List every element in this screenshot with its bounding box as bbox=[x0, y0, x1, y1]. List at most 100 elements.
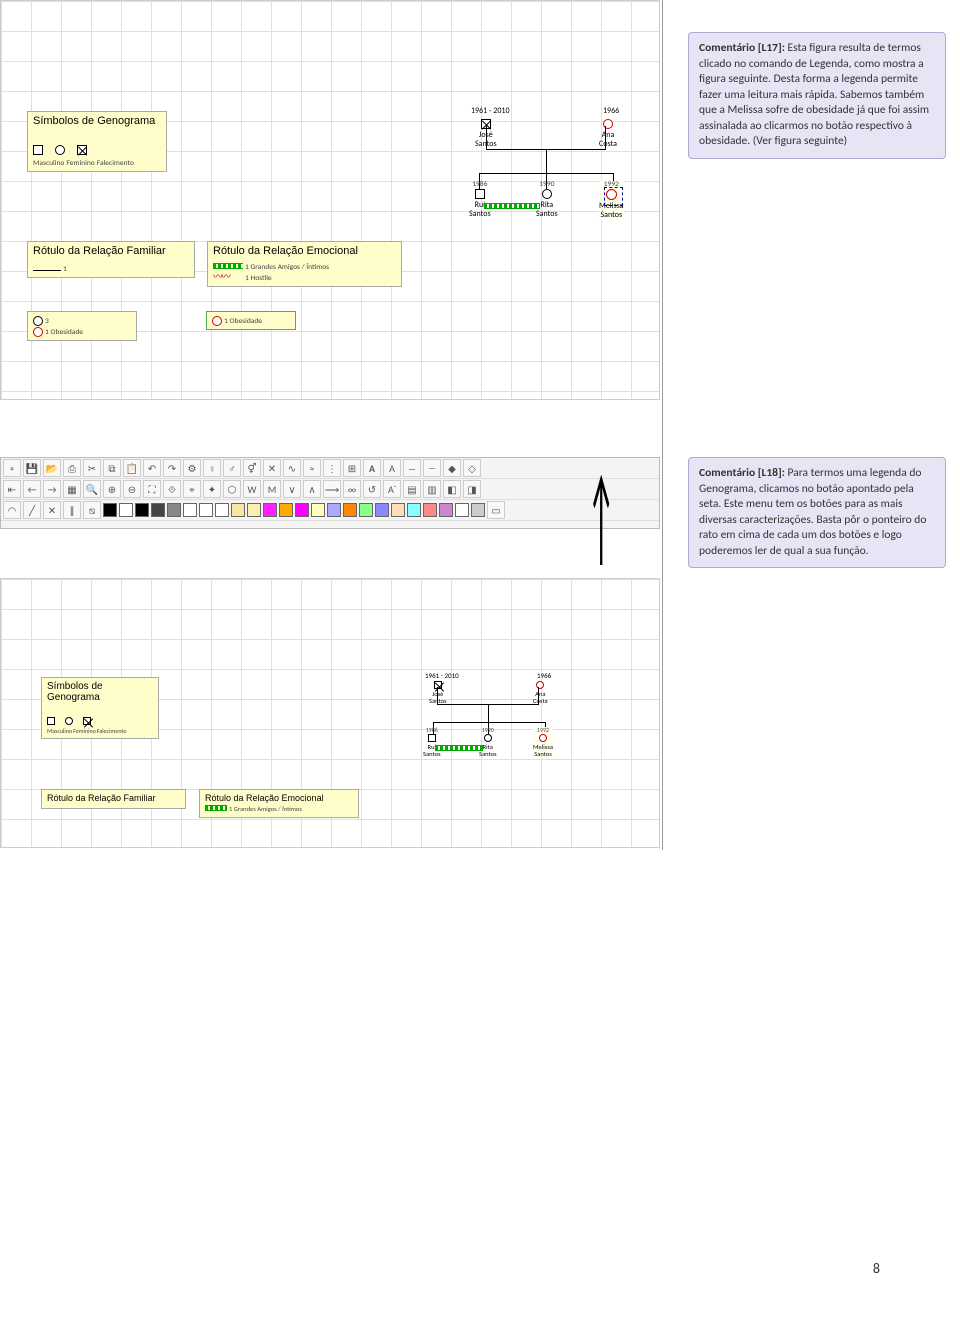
cut-button[interactable]: ✂ bbox=[83, 459, 101, 477]
tool-button[interactable]: ◇ bbox=[463, 459, 481, 477]
color-swatch[interactable] bbox=[391, 503, 405, 517]
geno-line bbox=[488, 704, 489, 722]
shape-button[interactable]: ╱ bbox=[23, 501, 41, 519]
color-swatch[interactable] bbox=[199, 503, 213, 517]
color-swatch[interactable] bbox=[135, 503, 149, 517]
comment-text: Esta figura resulta de termos clicado no… bbox=[699, 41, 929, 148]
tool-button[interactable]: ⚙ bbox=[183, 459, 201, 477]
color-swatch[interactable] bbox=[375, 503, 389, 517]
color-swatch[interactable] bbox=[311, 503, 325, 517]
shape-button[interactable]: ∥ bbox=[63, 501, 81, 519]
figure-genogram-1: Símbolos de Genograma Masculino Feminino… bbox=[0, 0, 660, 400]
paste-button[interactable]: 📋 bbox=[123, 459, 141, 477]
grid-button[interactable]: ▦ bbox=[63, 480, 81, 498]
color-swatch[interactable] bbox=[359, 503, 373, 517]
color-swatch[interactable] bbox=[263, 503, 277, 517]
tool-button[interactable]: ♂ bbox=[223, 459, 241, 477]
toolbar-row-3: ◠ ╱ ✕ ∥ ⧅ ▭ bbox=[1, 500, 659, 521]
nav-button[interactable]: ← bbox=[23, 480, 41, 498]
color-swatch[interactable] bbox=[327, 503, 341, 517]
tool-button[interactable]: ⚥ bbox=[243, 459, 261, 477]
zoom-in-button[interactable]: ⊕ bbox=[103, 480, 121, 498]
tool-button[interactable]: ∿ bbox=[283, 459, 301, 477]
color-swatch[interactable] bbox=[343, 503, 357, 517]
zoom-out-button[interactable]: ⊖ bbox=[123, 480, 141, 498]
text-button[interactable]: A bbox=[383, 459, 401, 477]
line-button[interactable]: ┈ bbox=[423, 459, 441, 477]
color-swatch[interactable] bbox=[279, 503, 293, 517]
tool-button[interactable]: ◆ bbox=[443, 459, 461, 477]
tool-button[interactable]: ▥ bbox=[423, 480, 441, 498]
geno-line bbox=[437, 687, 438, 705]
tool-button[interactable]: ⟶ bbox=[323, 480, 341, 498]
search-button[interactable]: 🔍 bbox=[83, 480, 101, 498]
legend-title: Rótulo da Relação Emocional bbox=[213, 245, 396, 257]
deceased-symbol-icon bbox=[83, 717, 91, 725]
font-button[interactable]: A˙ bbox=[383, 480, 401, 498]
color-swatch[interactable] bbox=[455, 503, 469, 517]
undo-button[interactable]: ↶ bbox=[143, 459, 161, 477]
tool-button[interactable]: ◧ bbox=[443, 480, 461, 498]
color-swatch[interactable] bbox=[231, 503, 245, 517]
tool-button[interactable]: ⬡ bbox=[223, 480, 241, 498]
child-year: 1986 bbox=[469, 181, 491, 189]
comment-l17: Comentário [L17]: Esta figura resulta de… bbox=[688, 32, 946, 159]
shape-button[interactable]: ◠ bbox=[3, 501, 21, 519]
color-swatch-row bbox=[199, 503, 485, 517]
tool-button[interactable]: ↺ bbox=[363, 480, 381, 498]
new-file-button[interactable]: ▫ bbox=[3, 459, 21, 477]
color-swatch[interactable] bbox=[471, 503, 485, 517]
tool-button[interactable]: ⋮ bbox=[323, 459, 341, 477]
color-swatch[interactable] bbox=[151, 503, 165, 517]
line-button[interactable]: ― bbox=[403, 459, 421, 477]
save-button[interactable]: 💾 bbox=[23, 459, 41, 477]
copy-button[interactable]: ⧉ bbox=[103, 459, 121, 477]
color-swatch[interactable] bbox=[119, 503, 133, 517]
tool-button[interactable]: ⟐ bbox=[163, 480, 181, 498]
geno-line bbox=[433, 722, 545, 723]
color-swatch[interactable] bbox=[423, 503, 437, 517]
circle-icon bbox=[33, 316, 43, 326]
color-swatch[interactable] bbox=[167, 503, 181, 517]
tool-button[interactable]: ⌖ bbox=[183, 480, 201, 498]
misc-b: 1 Obesidade bbox=[45, 328, 83, 337]
legend-button[interactable]: ▭ bbox=[487, 501, 505, 519]
color-swatch[interactable] bbox=[247, 503, 261, 517]
redo-button[interactable]: ↷ bbox=[163, 459, 181, 477]
tool-button[interactable]: ♀ bbox=[203, 459, 221, 477]
tool-button[interactable]: ⊞ bbox=[343, 459, 361, 477]
tool-button[interactable]: ∞ bbox=[343, 480, 361, 498]
color-swatch[interactable] bbox=[295, 503, 309, 517]
tool-button[interactable]: ∨ bbox=[283, 480, 301, 498]
person-surname: Santos bbox=[533, 751, 553, 758]
tool-button[interactable]: ▤ bbox=[403, 480, 421, 498]
color-swatch[interactable] bbox=[183, 503, 197, 517]
legend-rel-emo-2: Rótulo da Relação Emocional 1 Grandes Am… bbox=[199, 789, 359, 818]
tool-button[interactable]: ∧ bbox=[303, 480, 321, 498]
tool-button[interactable]: ≈ bbox=[303, 459, 321, 477]
color-swatch[interactable] bbox=[215, 503, 229, 517]
shape-button[interactable]: ✕ bbox=[43, 501, 61, 519]
tool-button[interactable]: ✦ bbox=[203, 480, 221, 498]
tool-button[interactable]: ◨ bbox=[463, 480, 481, 498]
friends-line-icon bbox=[484, 203, 540, 209]
text-button[interactable]: A bbox=[363, 459, 381, 477]
color-swatch[interactable] bbox=[439, 503, 453, 517]
fit-button[interactable]: ⛶ bbox=[143, 480, 161, 498]
person-melissa-2: 1992 Melissa Santos bbox=[533, 727, 553, 758]
tool-button[interactable]: ✕ bbox=[263, 459, 281, 477]
print-button[interactable]: ⎙ bbox=[63, 459, 81, 477]
color-swatch[interactable] bbox=[407, 503, 421, 517]
female-icon bbox=[542, 189, 552, 199]
friends-line-icon bbox=[435, 745, 483, 751]
nav-button[interactable]: ⇤ bbox=[3, 480, 21, 498]
tool-button[interactable]: W bbox=[243, 480, 261, 498]
shape-button[interactable]: ⧅ bbox=[83, 501, 101, 519]
geno-line bbox=[605, 126, 606, 150]
open-button[interactable]: 📂 bbox=[43, 459, 61, 477]
label-masculino: Masculino bbox=[33, 159, 64, 168]
legend-rel-emocional: Rótulo da Relação Emocional 1 Grandes Am… bbox=[207, 241, 402, 287]
nav-button[interactable]: → bbox=[43, 480, 61, 498]
tool-button[interactable]: M bbox=[263, 480, 281, 498]
color-swatch[interactable] bbox=[103, 503, 117, 517]
